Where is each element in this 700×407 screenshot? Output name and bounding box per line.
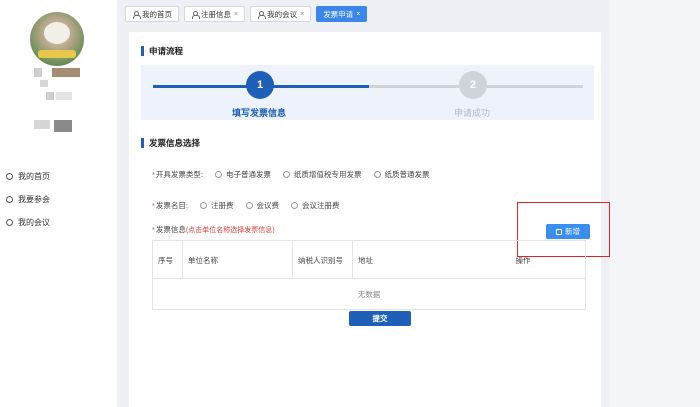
field-hint: (点击单位名称选择发票信息) (185, 226, 275, 234)
sidebar-item-label: 我的首页 (18, 172, 50, 181)
radio-label: 注册费 (211, 201, 234, 210)
radio-paper-vat-special[interactable]: 纸质增值税专用发票 (283, 169, 362, 180)
blurred-info (46, 92, 54, 100)
field-label: 开具发票类型: (155, 170, 204, 179)
process-title-text: 申请流程 (149, 46, 184, 56)
invoice-table: 序号 单位名称 纳税人识别号 地址 操作 无数据 (152, 240, 586, 310)
step-1-label: 填写发票信息 (232, 108, 287, 118)
invoice-card: 申请流程 1 2 填写发票信息 申请成功 发票信息选择 * 开具发票类型: 电子… (129, 32, 610, 407)
radio-meeting-registration-fee[interactable]: 会议注册费 (291, 200, 340, 211)
step-2-label: 申请成功 (454, 108, 491, 118)
circle-icon (6, 196, 13, 203)
column-header-index: 序号 (153, 241, 183, 279)
radio-dot[interactable] (200, 202, 208, 209)
edit-icon (556, 228, 562, 235)
radio-label: 纸质增值税专用发票 (294, 170, 362, 179)
radio-dot[interactable] (245, 202, 253, 209)
step-1-circle: 1 (246, 71, 274, 99)
invoice-title-text: 发票信息选择 (149, 138, 201, 148)
tab-home[interactable]: 我的首页 (125, 6, 179, 22)
avatar-band (38, 50, 76, 58)
add-button[interactable]: 新增 (546, 224, 590, 239)
tab-bar: 我的首页 注册信息 × 我的会议 × 发票申请 × (125, 6, 368, 22)
step-2-circle: 2 (459, 71, 487, 99)
column-header-address: 地址 (358, 255, 373, 265)
tab-invoice-application[interactable]: 发票申请 × (316, 6, 368, 22)
field-label: 发票名目: (155, 201, 189, 210)
radio-electronic-invoice[interactable]: 电子普通发票 (215, 169, 271, 180)
section-bar (141, 46, 144, 56)
radio-dot[interactable] (215, 171, 223, 178)
section-bar (141, 138, 144, 148)
table-empty-text: 无数据 (357, 290, 381, 299)
blurred-info (56, 92, 72, 100)
close-icon[interactable]: × (234, 11, 238, 18)
right-pane (610, 0, 700, 407)
user-icon (191, 10, 200, 19)
avatar-face (44, 22, 70, 44)
user-icon (132, 10, 141, 19)
tab-registration[interactable]: 注册信息 × (184, 6, 246, 22)
radio-meeting-fee[interactable]: 会议费 (245, 200, 280, 211)
close-icon[interactable]: × (300, 11, 304, 18)
required-mark: * (152, 225, 155, 234)
submit-button[interactable]: 提交 (349, 311, 411, 326)
add-button-label: 新增 (565, 227, 580, 236)
radio-registration-fee[interactable]: 注册费 (200, 200, 234, 211)
invoice-info-field: * 发票信息 (点击单位名称选择发票信息) (152, 224, 275, 235)
tab-label: 发票申请 (323, 9, 354, 19)
blurred-info (52, 68, 80, 77)
sidebar-item-label: 我的会议 (18, 218, 50, 227)
user-icon (257, 10, 266, 19)
sidebar-item-attend[interactable]: 我要参会 (6, 194, 50, 205)
invoice-section-title: 发票信息选择 (141, 137, 200, 149)
tab-label: 我的首页 (142, 9, 172, 19)
tab-label: 注册信息 (201, 9, 231, 19)
field-label: 发票信息 (155, 225, 186, 234)
radio-dot[interactable] (373, 171, 381, 178)
table-header: 序号 单位名称 纳税人识别号 地址 操作 (153, 241, 585, 279)
circle-icon (6, 219, 13, 226)
sidebar-item-label: 我要参会 (18, 195, 50, 204)
process-section-title: 申请流程 (141, 45, 183, 57)
radio-dot[interactable] (291, 202, 299, 209)
avatar[interactable] (30, 12, 84, 66)
step-indicator: 1 2 填写发票信息 申请成功 (141, 65, 594, 120)
required-mark: * (152, 201, 155, 210)
invoice-name-field: * 发票名目: 注册费 会议费 会议注册费 (152, 200, 340, 211)
column-header-company: 单位名称 (183, 241, 293, 279)
required-mark: * (152, 170, 155, 179)
radio-label: 会议注册费 (302, 201, 340, 210)
blurred-info (34, 68, 42, 77)
column-header-actions: 操作 (515, 255, 531, 265)
blurred-info (34, 120, 50, 129)
sidebar-item-home[interactable]: 我的首页 (6, 171, 50, 182)
close-icon[interactable]: × (356, 11, 360, 18)
sidebar: 我的首页 我要参会 我的会议 (0, 0, 117, 407)
tab-label: 我的会议 (267, 9, 298, 19)
invoice-type-field: * 开具发票类型: 电子普通发票 纸质增值税专用发票 纸质普通发票 (152, 169, 430, 180)
main-area: 我的首页 注册信息 × 我的会议 × 发票申请 × 申请流程 1 2 填写发票信… (117, 0, 610, 407)
circle-icon (6, 173, 13, 180)
blurred-info (54, 120, 72, 132)
radio-label: 会议费 (256, 201, 280, 210)
tab-my-meetings[interactable]: 我的会议 × (250, 6, 312, 22)
sidebar-item-meetings[interactable]: 我的会议 (6, 217, 50, 228)
radio-label: 电子普通发票 (226, 170, 272, 179)
column-header-tax-id: 纳税人识别号 (293, 241, 353, 279)
radio-paper-normal[interactable]: 纸质普通发票 (373, 169, 430, 180)
radio-dot[interactable] (283, 171, 291, 178)
radio-label: 纸质普通发票 (384, 170, 430, 179)
blurred-info (40, 80, 48, 87)
